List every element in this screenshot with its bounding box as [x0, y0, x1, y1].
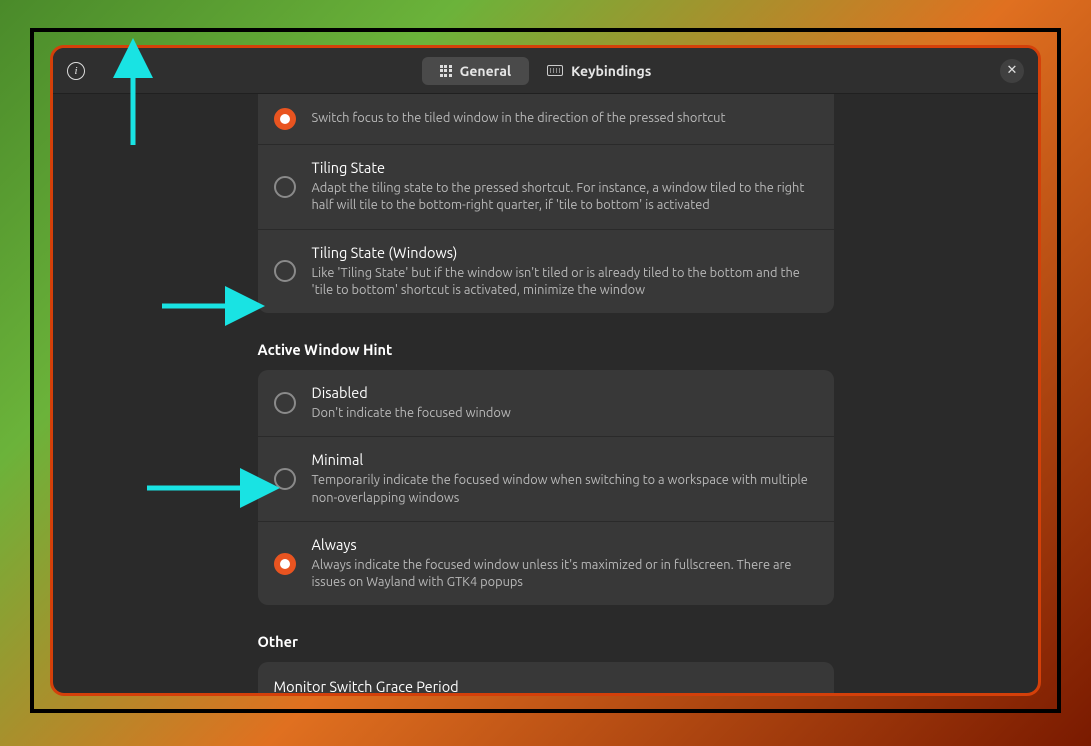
radio-hint-minimal[interactable] — [274, 468, 296, 490]
option-hint-minimal-title: Minimal — [312, 451, 818, 468]
option-tiling-state-windows-title: Tiling State (Windows) — [312, 244, 818, 261]
focus-behavior-group: Switch focus to the tiled window in the … — [258, 94, 834, 313]
radio-hint-always[interactable] — [274, 553, 296, 575]
close-button[interactable]: ✕ — [1000, 59, 1024, 83]
option-hint-disabled-title: Disabled — [312, 384, 818, 401]
close-icon: ✕ — [1007, 63, 1018, 78]
option-tiling-state-windows[interactable]: Tiling State (Windows) Like 'Tiling Stat… — [258, 230, 834, 314]
option-hint-disabled[interactable]: Disabled Don't indicate the focused wind… — [258, 370, 834, 436]
tab-keybindings[interactable]: Keybindings — [529, 57, 669, 85]
option-tiling-state-windows-desc: Like 'Tiling State' but if the window is… — [312, 265, 818, 300]
option-focus-switch-desc: Switch focus to the tiled window in the … — [312, 110, 818, 127]
content-scroll[interactable]: Switch focus to the tiled window in the … — [53, 94, 1038, 693]
other-group: Monitor Switch Grace Period When a windo… — [258, 662, 834, 693]
option-focus-switch[interactable]: Switch focus to the tiled window in the … — [258, 94, 834, 144]
radio-hint-disabled[interactable] — [274, 392, 296, 414]
option-hint-disabled-desc: Don't indicate the focused window — [312, 405, 818, 422]
tab-keybindings-label: Keybindings — [571, 63, 651, 79]
option-tiling-state[interactable]: Tiling State Adapt the tiling state to t… — [258, 145, 834, 229]
radio-tiling-state-windows[interactable] — [274, 260, 296, 282]
radio-tiling-state[interactable] — [274, 176, 296, 198]
section-active-window-hint: Active Window Hint — [258, 313, 834, 370]
option-hint-minimal-desc: Temporarily indicate the focused window … — [312, 472, 818, 507]
radio-focus-switch[interactable] — [274, 108, 296, 130]
info-icon[interactable]: i — [67, 62, 85, 80]
grid-icon — [440, 65, 452, 77]
option-tiling-state-desc: Adapt the tiling state to the pressed sh… — [312, 180, 818, 215]
option-hint-always-title: Always — [312, 536, 818, 553]
tab-general[interactable]: General — [422, 57, 530, 85]
tab-switcher: General Keybindings — [422, 57, 670, 85]
option-hint-always[interactable]: Always Always indicate the focused windo… — [258, 522, 834, 606]
settings-window: i General Keybindings ✕ — [50, 45, 1041, 696]
titlebar: i General Keybindings ✕ — [53, 48, 1038, 94]
tab-general-label: General — [460, 63, 512, 79]
keyboard-icon — [547, 65, 563, 76]
option-monitor-grace: Monitor Switch Grace Period When a windo… — [258, 662, 834, 693]
option-monitor-grace-title: Monitor Switch Grace Period — [274, 678, 756, 693]
option-hint-minimal[interactable]: Minimal Temporarily indicate the focused… — [258, 437, 834, 521]
option-tiling-state-title: Tiling State — [312, 159, 818, 176]
active-window-hint-group: Disabled Don't indicate the focused wind… — [258, 370, 834, 605]
section-other: Other — [258, 605, 834, 662]
option-hint-always-desc: Always indicate the focused window unles… — [312, 557, 818, 592]
